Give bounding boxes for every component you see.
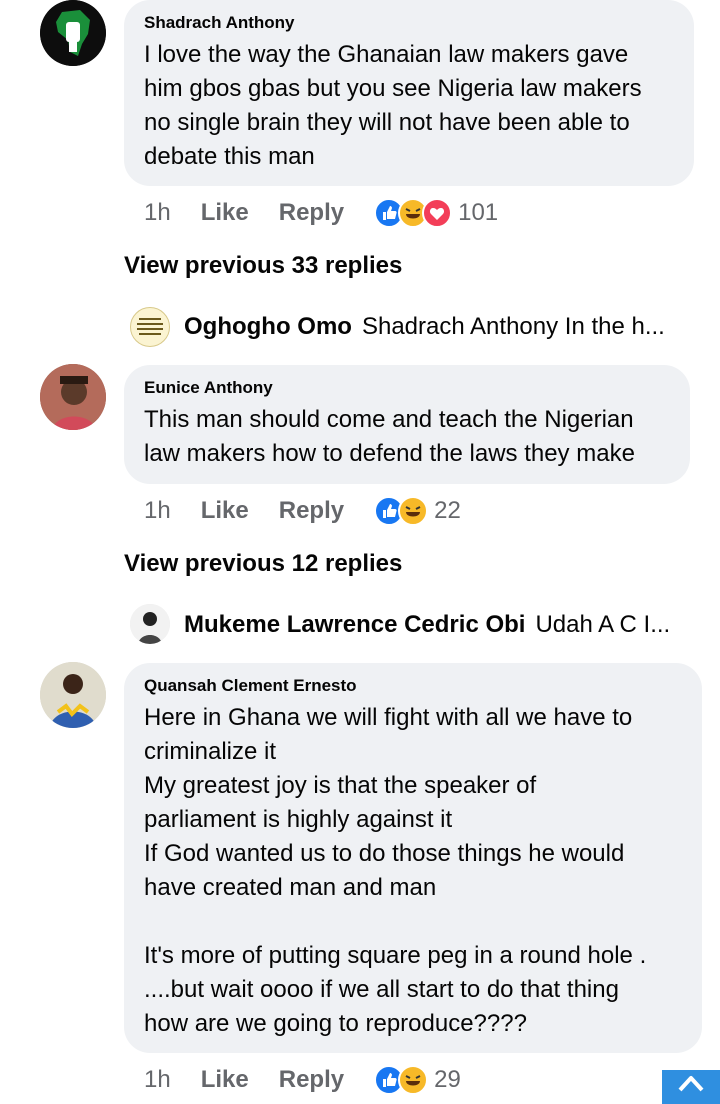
comment-author[interactable]: Eunice Anthony — [144, 377, 670, 399]
comment-text: This man should come and teach the Niger… — [144, 406, 635, 467]
reaction-count[interactable]: 101 — [458, 199, 498, 227]
like-button[interactable]: Like — [201, 497, 249, 525]
comment-bubble: Eunice Anthony This man should come and … — [124, 365, 690, 484]
avatar[interactable] — [40, 662, 106, 728]
comment-text: I love the way the Ghanaian law makers g… — [144, 41, 642, 170]
reaction-count[interactable]: 29 — [434, 1066, 461, 1094]
reply-author[interactable]: Mukeme Lawrence Cedric Obi — [184, 611, 525, 639]
person-photo-icon — [130, 604, 170, 644]
comment-actions: 1h Like Reply 22 — [144, 491, 461, 531]
comment-bubble: Quansah Clement Ernesto Here in Ghana we… — [124, 663, 702, 1053]
reply-preview: Shadrach Anthony In the h... — [361, 313, 665, 340]
comment-time[interactable]: 1h — [144, 199, 171, 227]
latest-reply[interactable]: Oghogho Omo Shadrach Anthony In the h... — [184, 313, 684, 341]
comment-time[interactable]: 1h — [144, 497, 171, 525]
reaction-count[interactable]: 22 — [434, 497, 461, 525]
scroll-to-top-button[interactable] — [662, 1070, 720, 1104]
person-photo-icon — [40, 364, 106, 430]
view-previous-replies[interactable]: View previous 33 replies — [124, 252, 402, 280]
reply-button[interactable]: Reply — [279, 497, 344, 525]
like-button[interactable]: Like — [201, 1066, 249, 1094]
comment-bubble: Shadrach Anthony I love the way the Ghan… — [124, 0, 694, 186]
reaction-summary[interactable] — [374, 496, 429, 526]
avatar[interactable] — [40, 0, 106, 66]
latest-reply[interactable]: Mukeme Lawrence Cedric Obi Udah A C I... — [184, 611, 684, 639]
avatar[interactable] — [40, 364, 106, 430]
comment-author[interactable]: Quansah Clement Ernesto — [144, 675, 682, 697]
view-previous-replies[interactable]: View previous 12 replies — [124, 550, 402, 578]
africa-fist-icon — [40, 0, 106, 66]
reply-button[interactable]: Reply — [279, 199, 344, 227]
person-photo-icon — [40, 662, 106, 728]
reply-button[interactable]: Reply — [279, 1066, 344, 1094]
love-icon — [422, 198, 453, 228]
reaction-summary[interactable] — [374, 198, 453, 228]
reply-preview: Udah A C I... — [535, 611, 671, 638]
reaction-summary[interactable] — [374, 1065, 429, 1095]
avatar[interactable] — [130, 604, 170, 644]
comment-actions: 1h Like Reply 101 — [144, 193, 498, 233]
like-button[interactable]: Like — [201, 199, 249, 227]
avatar[interactable] — [130, 307, 170, 347]
text-badge-icon — [137, 318, 163, 335]
haha-icon — [398, 496, 429, 526]
haha-icon — [398, 1065, 429, 1095]
chevron-up-icon — [678, 1076, 704, 1092]
comment-text: Here in Ghana we will fight with all we … — [144, 704, 647, 1037]
comment-actions: 1h Like Reply 29 — [144, 1060, 461, 1100]
comment-time[interactable]: 1h — [144, 1066, 171, 1094]
reply-author[interactable]: Oghogho Omo — [184, 313, 352, 341]
comment-author[interactable]: Shadrach Anthony — [144, 12, 674, 34]
